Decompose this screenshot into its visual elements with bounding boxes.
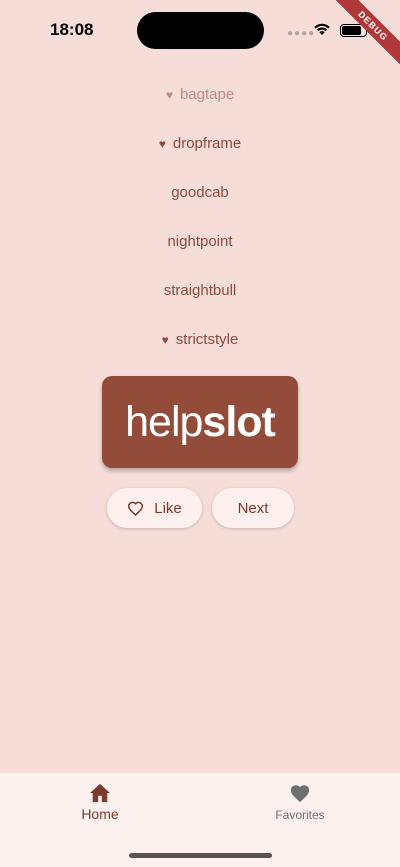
home-icon <box>90 783 110 803</box>
dynamic-island <box>137 12 264 49</box>
heart-icon: ♥ <box>161 332 169 347</box>
current-word-card: help slot <box>102 376 298 468</box>
nav-item-favorites[interactable]: Favorites <box>240 783 360 822</box>
history-word: dropframe <box>172 135 242 152</box>
history-item[interactable]: ♥ bagtape <box>0 70 400 119</box>
history-list: ♥ bagtape ♥ dropframe goodcab nightpoint strai… <box>0 70 400 364</box>
heart-outline-icon <box>128 501 144 516</box>
word-first-part: help <box>125 397 203 446</box>
wifi-icon <box>314 23 330 35</box>
word-second-part: slot <box>202 397 275 446</box>
nav-item-home[interactable]: Home <box>40 783 160 822</box>
history-word: goodcab <box>171 184 229 201</box>
like-label: Like <box>154 499 182 517</box>
history-word: straightbull <box>163 282 237 299</box>
history-item[interactable]: ♥ strictstyle <box>0 315 400 364</box>
heart-icon: ♥ <box>158 136 166 151</box>
history-item[interactable]: goodcab <box>0 168 400 217</box>
home-indicator <box>129 853 272 858</box>
like-button[interactable]: Like <box>107 488 202 528</box>
nav-favorites-label: Favorites <box>275 808 325 822</box>
cellular-signal-icon: ●●●● <box>287 28 316 39</box>
next-button[interactable]: Next <box>212 488 294 528</box>
history-item[interactable]: ♥ dropframe <box>0 119 400 168</box>
heart-icon <box>290 785 310 803</box>
history-item[interactable]: straightbull <box>0 266 400 315</box>
heart-icon: ♥ <box>165 87 173 102</box>
status-time: 18:08 <box>50 20 94 39</box>
history-word: strictstyle <box>175 331 239 348</box>
status-bar: 18:08 ●●●● <box>0 0 400 60</box>
history-word: nightpoint <box>167 233 233 250</box>
nav-home-label: Home <box>81 806 119 822</box>
next-label: Next <box>237 499 269 517</box>
history-item[interactable]: nightpoint <box>0 217 400 266</box>
history-word: bagtape <box>179 86 235 103</box>
